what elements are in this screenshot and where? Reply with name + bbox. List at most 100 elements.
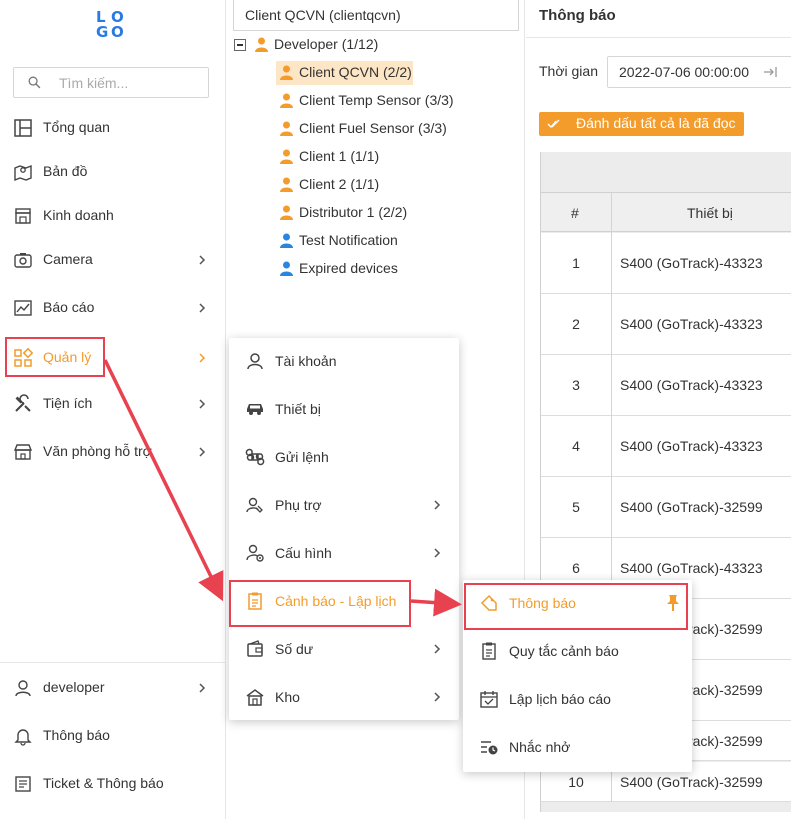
- person-icon: [280, 93, 293, 108]
- menu-item-label: Quy tắc cảnh báo: [509, 643, 619, 659]
- person-icon: [280, 65, 293, 80]
- row-number: 6: [572, 560, 580, 576]
- office-icon: [13, 444, 33, 460]
- tree-node-label: Expired devices: [299, 260, 398, 276]
- nav-item-business[interactable]: Kinh doanh: [0, 196, 226, 236]
- chevron-right-icon: [199, 447, 206, 457]
- nav-item-notifications[interactable]: Thông báo: [0, 716, 226, 756]
- chevron-right-icon: [199, 683, 206, 693]
- menu-item-label: Số dư: [275, 641, 314, 657]
- menu-item-label: Thiết bị: [275, 401, 321, 417]
- chevron-right-icon: [434, 596, 441, 606]
- column-header: Thiết bị: [687, 205, 733, 221]
- logo[interactable]: L O G O: [96, 10, 128, 42]
- tools-icon: [15, 394, 31, 412]
- chevron-right-icon: [434, 500, 441, 510]
- wallet-icon: [247, 640, 263, 657]
- tree-node-label: Client QCVN (2/2): [299, 64, 412, 80]
- nav-item-utilities[interactable]: Tiện ích: [0, 384, 226, 424]
- store-icon: [15, 208, 31, 224]
- tree-node-label: Client Temp Sensor (3/3): [299, 92, 454, 108]
- arrow-right-icon: [764, 67, 777, 77]
- nav-item-support-office[interactable]: Văn phòng hỗ trợ: [0, 432, 226, 472]
- menu-item-support[interactable]: Phụ trợ: [229, 482, 459, 530]
- nav-item-user[interactable]: developer: [0, 668, 226, 708]
- nav-item-dashboard[interactable]: Tổng quan: [0, 108, 226, 148]
- time-label: Thời gian: [539, 63, 598, 79]
- menu-item-config[interactable]: Cấu hình: [229, 530, 459, 578]
- menu-item-label: Gửi lệnh: [275, 449, 329, 465]
- table-row[interactable]: 4 S400 (GoTrack)-43323: [541, 416, 791, 477]
- menu-item-warehouse[interactable]: Kho: [229, 674, 459, 722]
- person-icon: [280, 205, 293, 220]
- tree-node-label: Distributor 1 (2/2): [299, 204, 408, 220]
- nav-item-ticket[interactable]: Ticket & Thông báo: [0, 764, 226, 804]
- collapse-toggle[interactable]: [234, 39, 246, 51]
- nav-label: Ticket & Thông báo: [43, 775, 164, 791]
- account-selector[interactable]: Client QCVN (clientqcvn): [233, 0, 519, 31]
- rules-icon: [482, 642, 496, 660]
- double-check-icon: [547, 119, 560, 128]
- sidebar-divider: [0, 662, 226, 663]
- table-header: # Thiết bị: [541, 192, 791, 232]
- mark-all-read-button[interactable]: Đánh dấu tất cả là đã đọc: [539, 112, 744, 136]
- table-row[interactable]: 2 S400 (GoTrack)-43323: [541, 294, 791, 355]
- chevron-right-icon: [434, 692, 441, 702]
- submenu-item-report-schedule[interactable]: Lập lịch báo cáo: [463, 676, 692, 724]
- menu-item-label: Nhắc nhở: [509, 739, 571, 755]
- nav-label: Thông báo: [43, 727, 110, 743]
- mark-all-read-label: Đánh dấu tất cả là đã đọc: [576, 115, 736, 131]
- person-icon: [280, 233, 293, 248]
- account-icon: [247, 353, 263, 370]
- menu-item-label: Cấu hình: [275, 545, 332, 561]
- row-number: 4: [572, 438, 580, 454]
- table-row[interactable]: 5 S400 (GoTrack)-32599: [541, 477, 791, 538]
- support-icon: [246, 497, 263, 513]
- column-header: #: [571, 205, 579, 221]
- chevron-right-icon: [434, 548, 441, 558]
- row-device: S400 (GoTrack)-43323: [620, 255, 763, 271]
- user-icon: [15, 680, 31, 697]
- logo-letter: O: [111, 23, 124, 41]
- chevron-right-icon: [434, 644, 441, 654]
- submenu-item-reminders[interactable]: Nhắc nhở: [463, 724, 692, 772]
- time-range-input[interactable]: 2022-07-06 00:00:00: [607, 56, 791, 88]
- account-selector-value: Client QCVN (clientqcvn): [245, 7, 401, 23]
- table-row[interactable]: 1 S400 (GoTrack)-43323: [541, 233, 791, 294]
- menu-item-send-command[interactable]: Gửi lệnh: [229, 434, 459, 482]
- row-device: S400 (GoTrack)-43323: [620, 560, 763, 576]
- person-icon: [280, 121, 293, 136]
- nav-label: Tiện ích: [43, 395, 93, 411]
- menu-item-balance[interactable]: Số dư: [229, 626, 459, 674]
- nav-item-camera[interactable]: Camera: [0, 240, 226, 280]
- map-icon: [14, 164, 32, 182]
- highlight-box: [229, 580, 411, 627]
- submenu-item-alert-rules[interactable]: Quy tắc cảnh báo: [463, 628, 692, 676]
- camera-icon: [14, 253, 32, 268]
- highlight-box: [5, 337, 105, 377]
- chevron-right-icon: [199, 303, 206, 313]
- car-icon: [247, 404, 263, 415]
- row-number: 10: [568, 774, 584, 790]
- menu-item-label: Tài khoản: [275, 353, 337, 369]
- menu-item-accounts[interactable]: Tài khoản: [229, 338, 459, 386]
- sidebar: L O G O Tổng quan Bản đồ Kinh doanh Came…: [0, 0, 226, 819]
- menu-item-devices[interactable]: Thiết bị: [229, 386, 459, 434]
- tree-node[interactable]: Client QCVN (2/2): [276, 61, 413, 85]
- highlight-box: [464, 583, 688, 630]
- search-icon: [28, 76, 41, 89]
- table-row[interactable]: 3 S400 (GoTrack)-43323: [541, 355, 791, 416]
- tree-node-label: Test Notification: [299, 232, 398, 248]
- nav-label: developer: [43, 679, 105, 695]
- menu-item-label: Phụ trợ: [275, 497, 322, 513]
- chart-icon: [14, 300, 32, 316]
- nav-item-map[interactable]: Bản đồ: [0, 152, 226, 192]
- nav-label: Kinh doanh: [43, 207, 114, 223]
- tree-node-label: Client 1 (1/1): [299, 148, 380, 164]
- nav-item-reports[interactable]: Báo cáo: [0, 288, 226, 328]
- nav-label: Báo cáo: [43, 299, 95, 315]
- tree-node-label: Developer (1/12): [274, 36, 379, 52]
- search-input[interactable]: [59, 73, 199, 93]
- warehouse-icon: [246, 689, 264, 706]
- nav-label: Camera: [43, 251, 93, 267]
